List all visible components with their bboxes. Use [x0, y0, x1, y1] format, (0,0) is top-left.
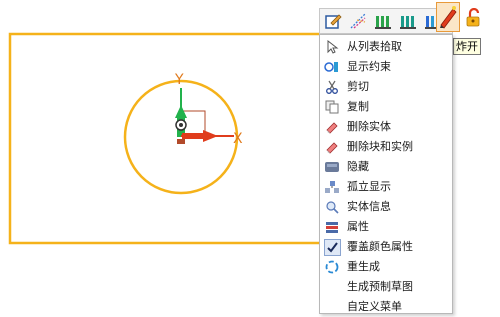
scissors-icon: [324, 79, 340, 95]
menu-item-isolate[interactable]: 孤立显示: [320, 177, 452, 197]
menu-item-label: 属性: [347, 220, 369, 233]
menu-item-label: 隐藏: [347, 160, 369, 173]
menu-item-show-constraints[interactable]: 显示约束: [320, 57, 452, 77]
explode-button[interactable]: [436, 2, 460, 32]
eraser-block-icon: [324, 139, 340, 155]
copy-icon: [324, 99, 340, 115]
dimension-green-icon: [375, 16, 391, 29]
menu-item-delete-entity[interactable]: 删除实体: [320, 117, 452, 137]
cursor-icon: [324, 39, 340, 55]
origin-dot: [179, 123, 183, 127]
y-axis-label: Y: [174, 72, 184, 88]
menu-item-regenerate[interactable]: 重生成: [320, 257, 452, 277]
context-menu: 从列表拾取 显示约束 剪切 复制 删除实体 删除块和实例 隐藏 孤立显示 实体信…: [319, 34, 453, 314]
menu-item-cut[interactable]: 剪切: [320, 77, 452, 97]
menu-item-label: 显示约束: [347, 60, 391, 73]
menu-item-properties[interactable]: 属性: [320, 217, 452, 237]
menu-item-label: 从列表拾取: [347, 40, 402, 53]
unlock-icon: [466, 8, 480, 27]
show-constraints-icon: [324, 59, 340, 75]
menu-item-label: 复制: [347, 100, 369, 113]
hide-icon: [324, 159, 340, 175]
menu-item-generate-prefab-sketch[interactable]: 生成预制草图: [320, 277, 452, 297]
menu-item-label: 生成预制草图: [347, 280, 413, 293]
menu-item-label: 自定义菜单: [347, 300, 402, 313]
x-axis-shaft: [182, 133, 204, 139]
checkmark-icon: [324, 239, 341, 256]
menu-item-copy[interactable]: 复制: [320, 97, 452, 117]
menu-item-label: 剪切: [347, 80, 369, 93]
dimension-teal-icon: [400, 16, 416, 29]
properties-icon: [324, 219, 340, 235]
regenerate-icon: [324, 259, 340, 275]
tooltip: 炸开: [453, 38, 481, 55]
menu-item-delete-block-and-instances[interactable]: 删除块和实例: [320, 137, 452, 157]
menu-item-label: 删除块和实例: [347, 140, 413, 153]
dimension-green-button[interactable]: [372, 10, 394, 32]
sketch-rectangle[interactable]: [8, 32, 338, 245]
edit-sketch-button[interactable]: [322, 10, 344, 32]
dimension-teal-button[interactable]: [397, 10, 419, 32]
menu-item-entity-info[interactable]: 实体信息: [320, 197, 452, 217]
origin-base: [177, 139, 185, 144]
explode-pencil-icon: [440, 6, 457, 29]
isolate-icon: [324, 179, 340, 195]
x-axis-arrow: [203, 130, 218, 142]
menu-item-hide[interactable]: 隐藏: [320, 157, 452, 177]
mini-toolbar: [319, 8, 453, 34]
eraser-icon: [324, 119, 340, 135]
edit-sketch-icon: [325, 14, 342, 29]
menu-item-label: 实体信息: [347, 200, 391, 213]
menu-item-label: 重生成: [347, 260, 380, 273]
constraint-lines-button[interactable]: [347, 10, 369, 32]
menu-item-pick-from-list[interactable]: 从列表拾取: [320, 37, 452, 57]
unlock-button[interactable]: [462, 6, 486, 30]
menu-item-override-color[interactable]: 覆盖颜色属性: [320, 237, 452, 257]
menu-item-label: 覆盖颜色属性: [347, 240, 413, 253]
menu-item-label: 孤立显示: [347, 180, 391, 193]
menu-item-label: 删除实体: [347, 120, 391, 133]
constraint-lines-icon: [350, 13, 366, 29]
x-axis-label: X: [233, 131, 243, 147]
menu-item-customize-menu[interactable]: 自定义菜单: [320, 297, 452, 317]
info-icon: [324, 199, 340, 215]
